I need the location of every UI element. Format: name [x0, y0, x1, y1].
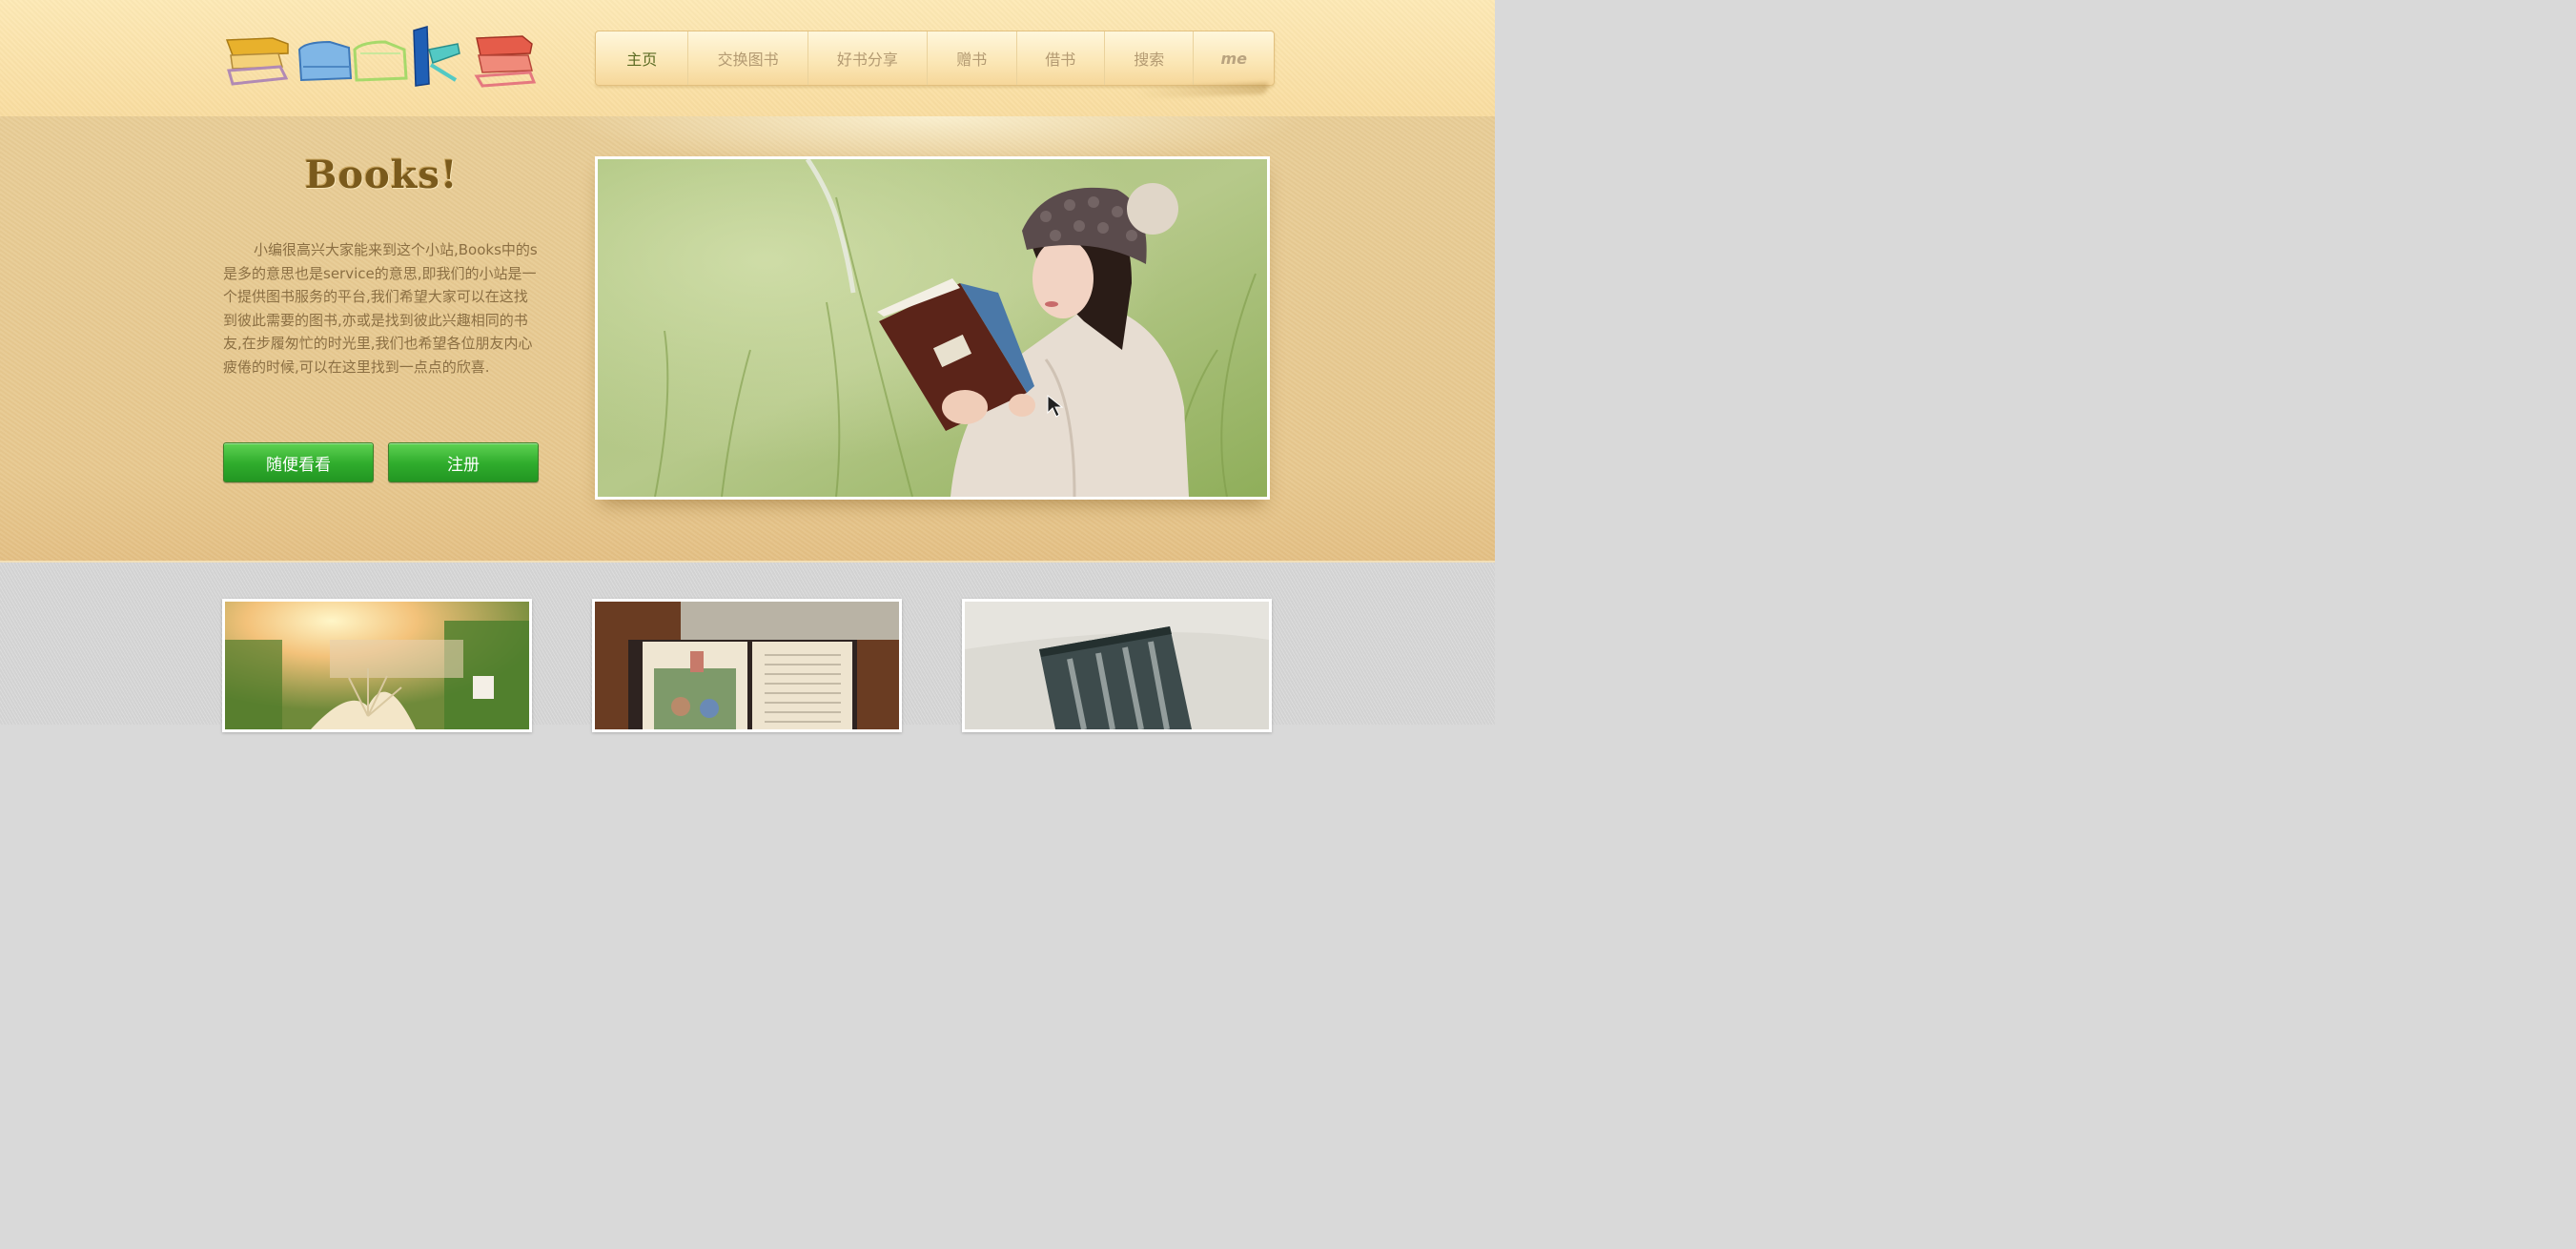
thumbnail-storybook-table[interactable] — [592, 599, 902, 732]
nav-item-me[interactable]: me — [1194, 31, 1274, 85]
nav-item-home[interactable]: 主页 — [596, 31, 689, 85]
nav-item-borrow-books[interactable]: 借书 — [1017, 31, 1105, 85]
hero-photo-girl-reading — [595, 156, 1270, 500]
main-nav: 主页 交换图书 好书分享 赠书 借书 搜索 me — [595, 31, 1275, 86]
register-button[interactable]: 注册 — [388, 442, 539, 482]
nav-item-donate-books[interactable]: 赠书 — [928, 31, 1017, 85]
books-logo[interactable] — [223, 25, 538, 92]
nav-item-search[interactable]: 搜索 — [1105, 31, 1195, 85]
hero-description: 小编很高兴大家能来到这个小站,Books中的s是多的意思也是service的意思… — [223, 241, 538, 376]
site-header: 主页 交换图书 好书分享 赠书 借书 搜索 me — [0, 0, 1495, 117]
thumbnail-open-book-garden[interactable] — [222, 599, 532, 732]
featured-section — [0, 563, 1495, 732]
browse-button[interactable]: 随便看看 — [223, 442, 374, 482]
hero-section: Books! 小编很高兴大家能来到这个小站,Books中的s是多的意思也是ser… — [0, 116, 1495, 563]
thumbnail-book-on-sheet[interactable] — [962, 599, 1272, 732]
hero-title: Books! — [304, 153, 459, 197]
nav-item-exchange-books[interactable]: 交换图书 — [688, 31, 808, 85]
nav-item-book-share[interactable]: 好书分享 — [808, 31, 929, 85]
